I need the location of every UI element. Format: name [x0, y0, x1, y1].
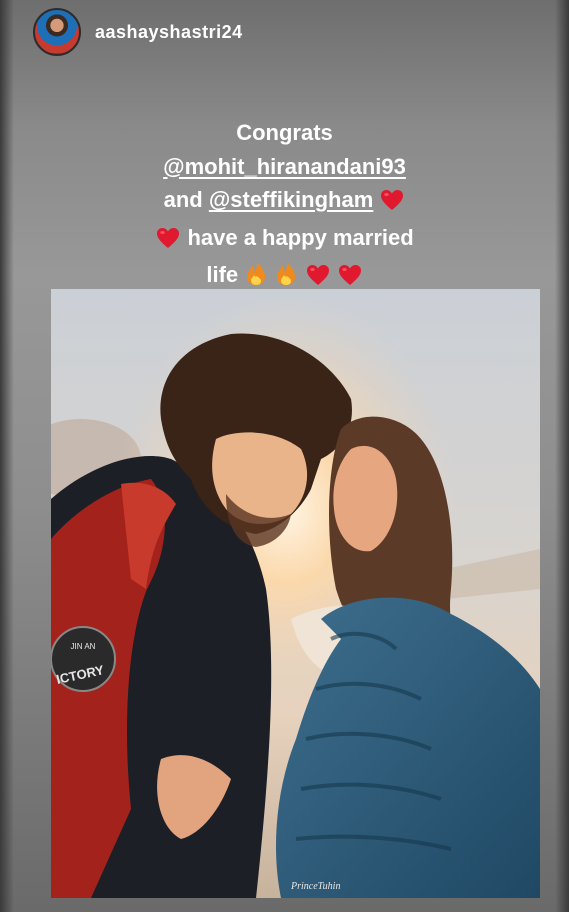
username[interactable]: aashayshastri24: [95, 22, 243, 43]
story-view: aashayshastri24 Congrats @mohit_hiranand…: [0, 0, 569, 912]
caption-line-4-text: have a happy married: [187, 224, 414, 250]
caption-and: and: [163, 187, 209, 212]
couple-photo: JIN AN ICTORY PrinceTuhin: [51, 289, 540, 898]
story-caption: Congrats @mohit_hiranandani93 and @steff…: [0, 116, 569, 296]
caption-line-1: Congrats: [236, 120, 333, 145]
caption-line-3: and @steffikingham: [0, 183, 569, 221]
mention-mohit[interactable]: @mohit_hiranandani93: [163, 154, 406, 179]
photo-watermark: PrinceTuhin: [290, 881, 340, 892]
heart-icon: [380, 187, 404, 221]
caption-line-2: @mohit_hiranandani93: [0, 150, 569, 184]
patch-top-text: JIN AN: [71, 642, 96, 651]
story-header: aashayshastri24: [33, 7, 243, 57]
user-avatar[interactable]: [33, 8, 81, 56]
caption-line-4: have a happy married: [0, 221, 569, 259]
heart-icon: [156, 225, 180, 259]
couple-photo-illustration: JIN AN ICTORY PrinceTuhin: [51, 289, 540, 898]
mention-steffi[interactable]: @steffikingham: [209, 187, 373, 212]
caption-line-5-text: life: [206, 262, 239, 287]
